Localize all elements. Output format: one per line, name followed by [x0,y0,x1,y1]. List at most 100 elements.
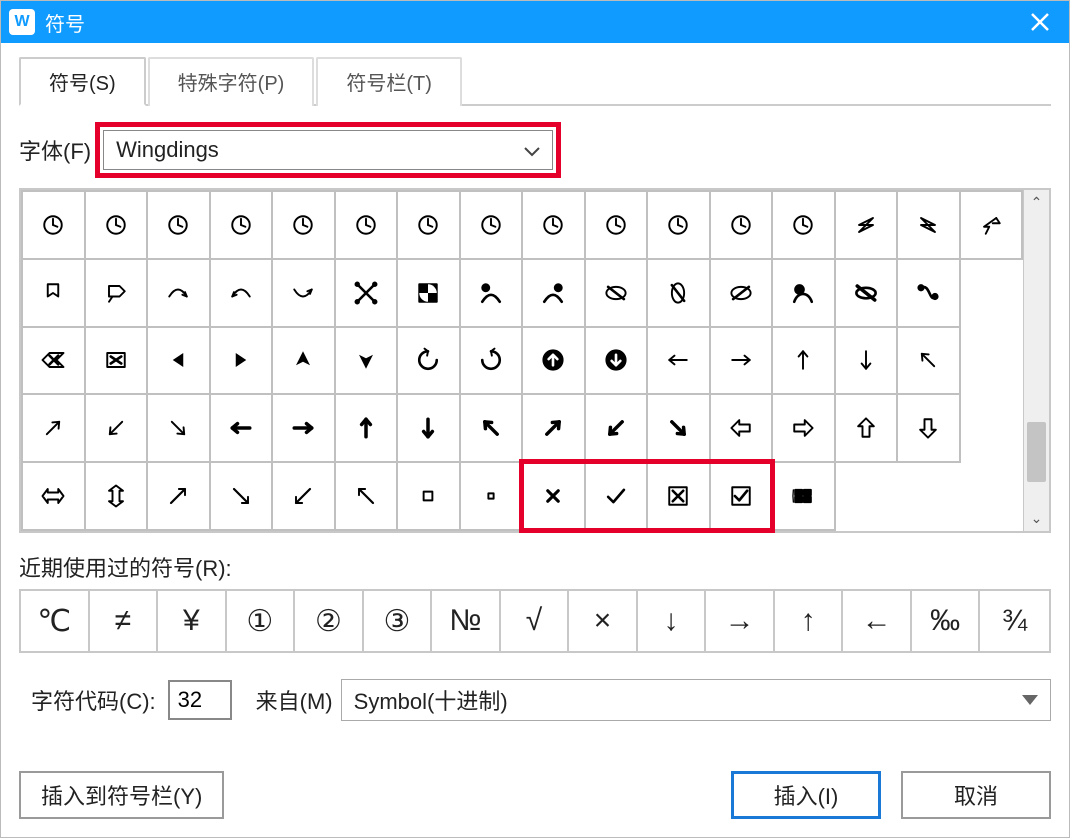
symbol-arrow-u-o[interactable] [835,394,898,462]
symbol-diag-se[interactable] [210,462,273,530]
symbol-arr-sw-b[interactable] [585,394,648,462]
symbol-swoop1[interactable] [147,259,210,327]
symbol-arrow-d-b[interactable] [397,394,460,462]
symbol-arr-dn-bold[interactable] [585,327,648,395]
symbol-noprop7[interactable] [835,259,898,327]
symbol-clock[interactable] [397,191,460,259]
symbol-noprop6[interactable] [772,259,835,327]
from-select[interactable]: Symbol(十进制) [341,679,1051,721]
symbol-diag-ne[interactable] [147,462,210,530]
symbol-swoop3[interactable] [272,259,335,327]
recent-symbol[interactable]: ‰ [912,591,981,651]
symbol-arrow-r-o[interactable] [772,394,835,462]
symbol-caret-r[interactable] [210,327,273,395]
font-select[interactable]: Wingdings [103,130,553,170]
symbol-cell[interactable] [960,394,1023,462]
symbol-swoosh-back[interactable] [960,191,1023,259]
symbol-leaves[interactable] [335,259,398,327]
symbol-arrow-ud-o[interactable] [85,462,148,530]
symbol-arrow-l[interactable] [647,327,710,395]
symbol-swoosh-r[interactable] [897,191,960,259]
symbol-cell[interactable] [960,327,1023,395]
symbol-clock[interactable] [335,191,398,259]
symbol-arr-ne-b[interactable] [522,394,585,462]
symbol-boxed-x[interactable] [647,462,710,530]
symbol-clock[interactable] [210,191,273,259]
symbol-boxx-a[interactable] [22,327,85,395]
symbol-cell[interactable] [835,462,898,530]
recent-symbol[interactable]: × [569,591,638,651]
symbol-arr-nw-b[interactable] [460,394,523,462]
symbol-sq-sm[interactable] [460,462,523,530]
symbol-noprop4[interactable] [647,259,710,327]
symbol-clock[interactable] [460,191,523,259]
symbol-arrow-lr-o[interactable] [22,462,85,530]
symbol-check[interactable] [585,462,648,530]
symbol-arrow-r[interactable] [710,327,773,395]
symbol-cell[interactable] [960,259,1023,327]
symbol-arrow-r-b[interactable] [272,394,335,462]
symbol-arrow-l-o[interactable] [710,394,773,462]
symbol-diag-nw[interactable] [335,462,398,530]
symbol-arrow-se[interactable] [147,394,210,462]
insert-to-bar-button[interactable]: 插入到符号栏(Y) [19,771,224,819]
tab-special-chars[interactable]: 特殊字符(P) [148,57,315,106]
symbol-clock[interactable] [585,191,648,259]
symbol-noprop8[interactable] [897,259,960,327]
symbol-swoosh-l[interactable] [835,191,898,259]
symbol-noprop2[interactable] [522,259,585,327]
recent-symbol[interactable]: ≠ [90,591,159,651]
symbol-boxed-check[interactable] [710,462,773,530]
symbol-rot-l[interactable] [397,327,460,395]
symbol-boxx-b[interactable] [85,327,148,395]
symbol-clock[interactable] [522,191,585,259]
symbol-ribbon[interactable] [22,259,85,327]
symbol-arr-se-b[interactable] [647,394,710,462]
symbol-caret-l[interactable] [147,327,210,395]
symbol-arr-up-bold[interactable] [522,327,585,395]
symbol-arrow-ne[interactable] [22,394,85,462]
symbol-arrow-d[interactable] [835,327,898,395]
recent-symbol[interactable]: ② [295,591,364,651]
symbol-diag-sw[interactable] [272,462,335,530]
symbol-win-logo[interactable] [772,462,835,530]
recent-symbol[interactable]: ℃ [21,591,90,651]
symbol-clock[interactable] [147,191,210,259]
recent-symbol[interactable]: ↓ [638,591,707,651]
symbol-cell[interactable] [897,462,960,530]
symbol-clock[interactable] [272,191,335,259]
symbol-noprop1[interactable] [460,259,523,327]
symbol-arrow-sw[interactable] [85,394,148,462]
symbol-clock[interactable] [710,191,773,259]
recent-symbol[interactable]: ¾ [980,591,1049,651]
symbol-arrow-l-b[interactable] [210,394,273,462]
cancel-button[interactable]: 取消 [901,771,1051,819]
recent-symbol[interactable]: № [432,591,501,651]
scrollbar-thumb[interactable] [1027,422,1046,482]
symbol-sq-big[interactable] [397,462,460,530]
vertical-scrollbar[interactable]: ⌃ ⌄ [1023,190,1049,531]
symbol-ribbon2[interactable] [85,259,148,327]
symbol-caret-dn[interactable] [335,327,398,395]
symbol-arrow-d-o[interactable] [897,394,960,462]
recent-symbol[interactable]: ↑ [775,591,844,651]
symbol-noprop3[interactable] [585,259,648,327]
recent-symbol[interactable]: → [706,591,775,651]
symbol-x-mark[interactable] [522,462,585,530]
scroll-up-icon[interactable]: ⌃ [1031,194,1043,211]
scroll-down-icon[interactable]: ⌄ [1031,510,1043,527]
tab-symbols[interactable]: 符号(S) [19,57,146,106]
symbol-cell[interactable] [960,462,1023,530]
tab-symbol-bar[interactable]: 符号栏(T) [316,57,462,106]
recent-symbol[interactable]: ① [227,591,296,651]
symbol-caret-up[interactable] [272,327,335,395]
symbol-rot-r[interactable] [460,327,523,395]
recent-symbol[interactable]: √ [501,591,570,651]
charcode-input[interactable] [168,680,232,720]
symbol-pinwheel[interactable] [397,259,460,327]
symbol-swoop2[interactable] [210,259,273,327]
symbol-arrow-u[interactable] [772,327,835,395]
recent-symbol[interactable]: ③ [364,591,433,651]
close-button[interactable] [1017,1,1063,43]
symbol-noprop5[interactable] [710,259,773,327]
